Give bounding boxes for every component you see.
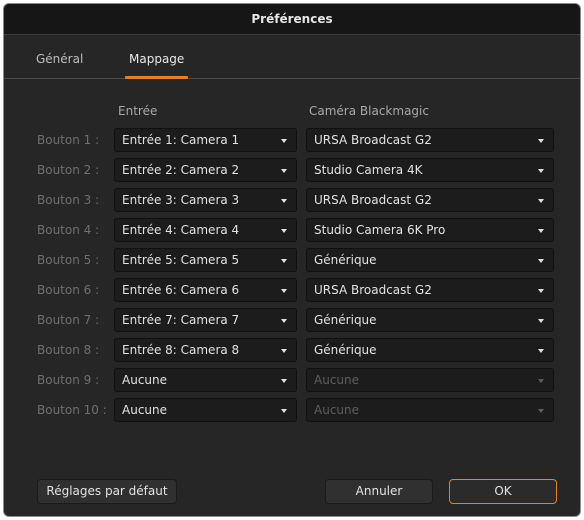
chevron-down-icon [281, 199, 287, 203]
input-dropdown[interactable]: Entrée 6: Camera 6 [114, 278, 297, 302]
camera-dropdown-value: URSA Broadcast G2 [314, 193, 432, 207]
chevron-down-icon [281, 259, 287, 263]
chevron-down-icon [538, 319, 544, 323]
chevron-down-icon [281, 409, 287, 413]
camera-dropdown[interactable]: URSA Broadcast G2 [306, 188, 554, 212]
button-label: Bouton 3 : [37, 193, 100, 207]
camera-dropdown-value: Générique [314, 253, 377, 267]
mapping-row: Bouton 5 : Entrée 5: Camera 5 Générique [4, 248, 580, 272]
chevron-down-icon [538, 349, 544, 353]
input-dropdown-value: Entrée 2: Camera 2 [122, 163, 240, 177]
button-label: Bouton 2 : [37, 163, 100, 177]
input-dropdown[interactable]: Entrée 1: Camera 1 [114, 128, 297, 152]
mapping-row: Bouton 10 : Aucune Aucune [4, 398, 580, 422]
mapping-row: Bouton 2 : Entrée 2: Camera 2 Studio Camer… [4, 158, 580, 182]
chevron-down-icon [538, 139, 544, 143]
camera-dropdown: Aucune [306, 368, 554, 392]
mapping-row: Bouton 3 : Entrée 3: Camera 3 URSA Broadca… [4, 188, 580, 212]
input-dropdown[interactable]: Entrée 8: Camera 8 [114, 338, 297, 362]
default-settings-button[interactable]: Réglages par défaut [37, 479, 177, 504]
button-label: Bouton 7 : [37, 313, 100, 327]
input-dropdown[interactable]: Entrée 2: Camera 2 [114, 158, 297, 182]
camera-dropdown[interactable]: Studio Camera 4K [306, 158, 554, 182]
button-label: Bouton 1 : [37, 133, 100, 147]
button-label: Bouton 9 : [37, 373, 100, 387]
input-dropdown-value: Entrée 6: Camera 6 [122, 283, 240, 297]
chevron-down-icon [281, 289, 287, 293]
camera-dropdown[interactable]: Générique [306, 308, 554, 332]
mapping-row: Bouton 8 : Entrée 8: Camera 8 Générique [4, 338, 580, 362]
input-dropdown[interactable]: Entrée 3: Camera 3 [114, 188, 297, 212]
tab-mapping[interactable]: Mappage [124, 34, 189, 79]
chevron-down-icon [281, 379, 287, 383]
input-dropdown-value: Entrée 3: Camera 3 [122, 193, 240, 207]
input-dropdown-value: Aucune [122, 373, 168, 387]
camera-dropdown-value: Studio Camera 4K [314, 163, 423, 177]
input-dropdown[interactable]: Aucune [114, 368, 297, 392]
chevron-down-icon [538, 169, 544, 173]
camera-dropdown-value: Générique [314, 343, 377, 357]
chevron-down-icon [281, 319, 287, 323]
chevron-down-icon [281, 169, 287, 173]
input-dropdown-value: Entrée 8: Camera 8 [122, 343, 240, 357]
camera-dropdown[interactable]: Générique [306, 248, 554, 272]
chevron-down-icon [538, 259, 544, 263]
camera-dropdown-value: URSA Broadcast G2 [314, 133, 432, 147]
tab-general[interactable]: Général [36, 34, 83, 78]
chevron-down-icon [538, 289, 544, 293]
chevron-down-icon [281, 229, 287, 233]
input-dropdown-value: Entrée 7: Camera 7 [122, 313, 240, 327]
input-dropdown-value: Entrée 1: Camera 1 [122, 133, 240, 147]
input-dropdown-value: Entrée 4: Camera 4 [122, 223, 240, 237]
button-label: Bouton 5 : [37, 253, 100, 267]
button-label: Bouton 8 : [37, 343, 100, 357]
tab-bar: Général Mappage [4, 34, 580, 79]
camera-dropdown[interactable]: Générique [306, 338, 554, 362]
camera-dropdown-value: URSA Broadcast G2 [314, 283, 432, 297]
input-dropdown-value: Aucune [122, 403, 168, 417]
button-label: Bouton 10 : [37, 403, 107, 417]
button-label: Bouton 6 : [37, 283, 100, 297]
camera-dropdown[interactable]: Studio Camera 6K Pro [306, 218, 554, 242]
window-title: Préférences [4, 4, 580, 35]
camera-dropdown[interactable]: URSA Broadcast G2 [306, 128, 554, 152]
camera-dropdown-value: Studio Camera 6K Pro [314, 223, 446, 237]
chevron-down-icon [281, 139, 287, 143]
mapping-row: Bouton 9 : Aucune Aucune [4, 368, 580, 392]
camera-dropdown[interactable]: URSA Broadcast G2 [306, 278, 554, 302]
mapping-row: Bouton 7 : Entrée 7: Camera 7 Générique [4, 308, 580, 332]
input-dropdown[interactable]: Entrée 7: Camera 7 [114, 308, 297, 332]
chevron-down-icon [538, 199, 544, 203]
column-header-camera: Caméra Blackmagic [309, 104, 429, 118]
input-dropdown[interactable]: Entrée 4: Camera 4 [114, 218, 297, 242]
camera-dropdown-value: Aucune [314, 373, 360, 387]
button-label: Bouton 4 : [37, 223, 100, 237]
input-dropdown[interactable]: Aucune [114, 398, 297, 422]
chevron-down-icon [538, 229, 544, 233]
chevron-down-icon [538, 409, 544, 413]
preferences-window: Préférences Général Mappage Entrée Camér… [3, 3, 581, 517]
ok-button[interactable]: OK [449, 479, 557, 504]
camera-dropdown-value: Générique [314, 313, 377, 327]
camera-dropdown-value: Aucune [314, 403, 360, 417]
mapping-row: Bouton 1 : Entrée 1: Camera 1 URSA Broadca… [4, 128, 580, 152]
mapping-row: Bouton 4 : Entrée 4: Camera 4 Studio Camer… [4, 218, 580, 242]
chevron-down-icon [538, 379, 544, 383]
camera-dropdown: Aucune [306, 398, 554, 422]
mapping-row: Bouton 6 : Entrée 6: Camera 6 URSA Broadca… [4, 278, 580, 302]
input-dropdown[interactable]: Entrée 5: Camera 5 [114, 248, 297, 272]
chevron-down-icon [281, 349, 287, 353]
cancel-button[interactable]: Annuler [325, 479, 433, 504]
input-dropdown-value: Entrée 5: Camera 5 [122, 253, 240, 267]
column-header-input: Entrée [118, 104, 158, 118]
